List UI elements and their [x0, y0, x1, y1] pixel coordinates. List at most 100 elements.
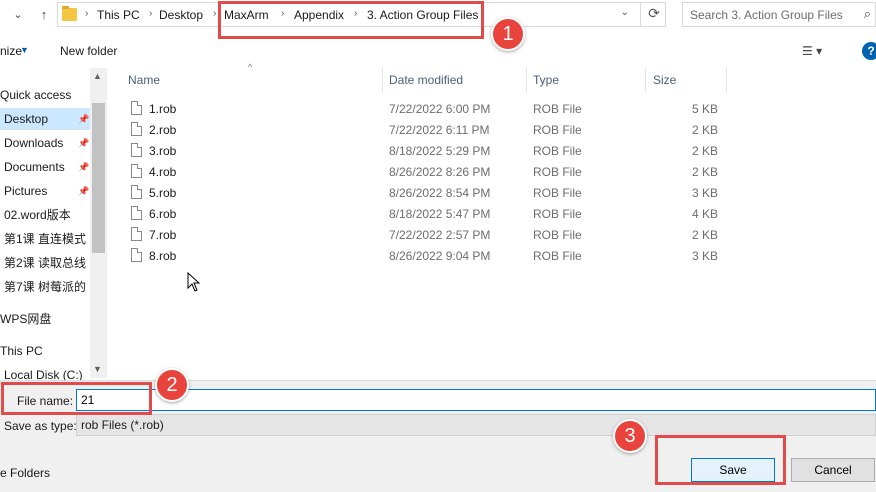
column-divider[interactable]	[726, 68, 727, 92]
file-name: 3.rob	[149, 144, 177, 158]
file-name: 6.rob	[149, 207, 177, 221]
file-type: ROB File	[533, 228, 582, 242]
file-size: 2 KB	[691, 228, 718, 242]
nav-item-label: 第2课 读取总线	[4, 256, 87, 270]
organize-button[interactable]: nize	[0, 44, 22, 58]
mouse-cursor-icon	[187, 272, 201, 292]
folder-icon	[62, 6, 77, 21]
recent-locations-chevron-icon[interactable]: ⌄	[10, 5, 26, 25]
file-icon	[131, 185, 142, 199]
file-size: 4 KB	[691, 207, 718, 221]
nav-item-this-pc[interactable]: This PC	[0, 340, 90, 362]
file-date: 7/22/2022 6:11 PM	[389, 123, 490, 137]
file-type: ROB File	[533, 123, 582, 137]
file-type: ROB File	[533, 207, 582, 221]
nav-item-word-folder[interactable]: 02.word版本	[0, 204, 90, 226]
column-divider[interactable]	[526, 68, 527, 92]
file-icon	[131, 164, 142, 178]
scroll-up-icon[interactable]: ▲	[93, 71, 102, 81]
search-icon: ⌕	[863, 6, 871, 21]
breadcrumb-desktop[interactable]: Desktop	[159, 8, 203, 22]
nav-item-documents[interactable]: Documents	[0, 156, 90, 178]
file-name: 7.rob	[149, 228, 177, 242]
file-row[interactable]: 1.rob 7/22/2022 6:00 PM ROB File 5 KB	[108, 98, 876, 119]
file-type: ROB File	[533, 249, 582, 263]
file-icon	[131, 101, 142, 115]
file-date: 8/18/2022 5:47 PM	[389, 207, 491, 221]
file-name: 2.rob	[149, 123, 177, 137]
file-icon	[131, 122, 142, 136]
nav-quick-access[interactable]: Quick access	[0, 84, 90, 106]
nav-item-label: 02.word版本	[4, 208, 71, 222]
file-row[interactable]: 8.rob 8/26/2022 9:04 PM ROB File 3 KB	[108, 245, 876, 266]
scroll-down-icon[interactable]: ▼	[93, 364, 102, 374]
new-folder-button[interactable]: New folder	[60, 44, 117, 58]
pin-icon: 📌	[78, 186, 90, 196]
file-row[interactable]: 6.rob 8/18/2022 5:47 PM ROB File 4 KB	[108, 203, 876, 224]
file-row[interactable]: 3.rob 8/18/2022 5:29 PM ROB File 2 KB	[108, 140, 876, 161]
pin-icon: 📌	[78, 114, 90, 124]
file-name: 4.rob	[149, 165, 177, 179]
column-header-name[interactable]: Name	[128, 68, 160, 92]
help-icon[interactable]: ?	[862, 42, 876, 60]
annotation-badge-3: 3	[613, 419, 647, 453]
save-as-type-select[interactable]: rob Files (*.rob)	[76, 414, 876, 436]
file-type: ROB File	[533, 186, 582, 200]
nav-item-lesson-2[interactable]: 第2课 读取总线	[0, 252, 90, 274]
file-date: 8/26/2022 9:04 PM	[389, 249, 491, 263]
column-header-date-modified[interactable]: Date modified	[389, 68, 463, 92]
nav-scrollbar[interactable]: ▲ ▼	[90, 68, 107, 378]
file-date: 8/26/2022 8:54 PM	[389, 186, 491, 200]
address-dropdown-chevron-icon[interactable]: ⌄	[621, 7, 629, 18]
file-name-field[interactable]	[76, 389, 876, 411]
nav-item-downloads[interactable]: Downloads	[0, 132, 90, 154]
cancel-button[interactable]: Cancel	[791, 458, 875, 482]
file-row[interactable]: 7.rob 7/22/2022 2:57 PM ROB File 2 KB	[108, 224, 876, 245]
file-size: 2 KB	[691, 165, 718, 179]
nav-item-pictures[interactable]: Pictures	[0, 180, 90, 202]
pin-icon: 📌	[78, 162, 90, 172]
nav-item-lesson-1[interactable]: 第1课 直连模式	[0, 228, 90, 250]
scroll-thumb[interactable]	[92, 103, 105, 253]
nav-item-wps[interactable]: WPS网盘	[0, 308, 90, 330]
file-row[interactable]: 4.rob 8/26/2022 8:26 PM ROB File 2 KB	[108, 161, 876, 182]
search-input[interactable]: Search 3. Action Group Files ⌕	[682, 2, 876, 27]
save-as-type-label: Save as type:	[4, 419, 77, 433]
file-icon	[131, 206, 142, 220]
file-size: 2 KB	[691, 144, 718, 158]
nav-item-desktop[interactable]: Desktop	[0, 108, 90, 130]
file-name: 8.rob	[149, 249, 177, 263]
nav-item-label: Documents	[4, 160, 65, 174]
file-row[interactable]: 5.rob 8/26/2022 8:54 PM ROB File 3 KB	[108, 182, 876, 203]
chevron-right-icon[interactable]: ›	[85, 8, 88, 19]
file-icon	[131, 143, 142, 157]
pin-icon: 📌	[78, 138, 90, 148]
annotation-box-breadcrumb	[218, 1, 484, 39]
file-size: 3 KB	[691, 186, 718, 200]
breadcrumb-this-pc[interactable]: This PC	[97, 8, 140, 22]
up-arrow-icon[interactable]: ↑	[36, 5, 52, 25]
column-header-type[interactable]: Type	[533, 68, 559, 92]
column-header-size[interactable]: Size	[653, 68, 676, 92]
save-as-type-value: rob Files (*.rob)	[81, 418, 164, 432]
organize-dropdown-icon[interactable]: ▼	[20, 45, 29, 55]
column-divider[interactable]	[382, 68, 383, 92]
file-date: 7/22/2022 2:57 PM	[389, 228, 491, 242]
file-icon	[131, 227, 142, 241]
annotation-box-save	[655, 435, 786, 485]
chevron-right-icon[interactable]: ›	[213, 8, 216, 19]
view-options-icon[interactable]: ☰ ▾	[802, 44, 822, 58]
hide-folders-toggle[interactable]: e Folders	[0, 466, 50, 480]
chevron-right-icon[interactable]: ›	[149, 8, 152, 19]
file-type: ROB File	[533, 102, 582, 116]
file-size: 3 KB	[691, 249, 718, 263]
file-name: 5.rob	[149, 186, 177, 200]
column-divider[interactable]	[645, 68, 646, 92]
annotation-badge-2: 2	[155, 368, 189, 402]
file-row[interactable]: 2.rob 7/22/2022 6:11 PM ROB File 2 KB	[108, 119, 876, 140]
refresh-icon[interactable]: ⟳	[640, 2, 667, 27]
file-type: ROB File	[533, 165, 582, 179]
nav-item-lesson-7[interactable]: 第7课 树莓派的	[0, 276, 90, 298]
nav-item-label: 第1课 直连模式	[4, 232, 87, 246]
nav-item-label: Pictures	[4, 184, 48, 198]
